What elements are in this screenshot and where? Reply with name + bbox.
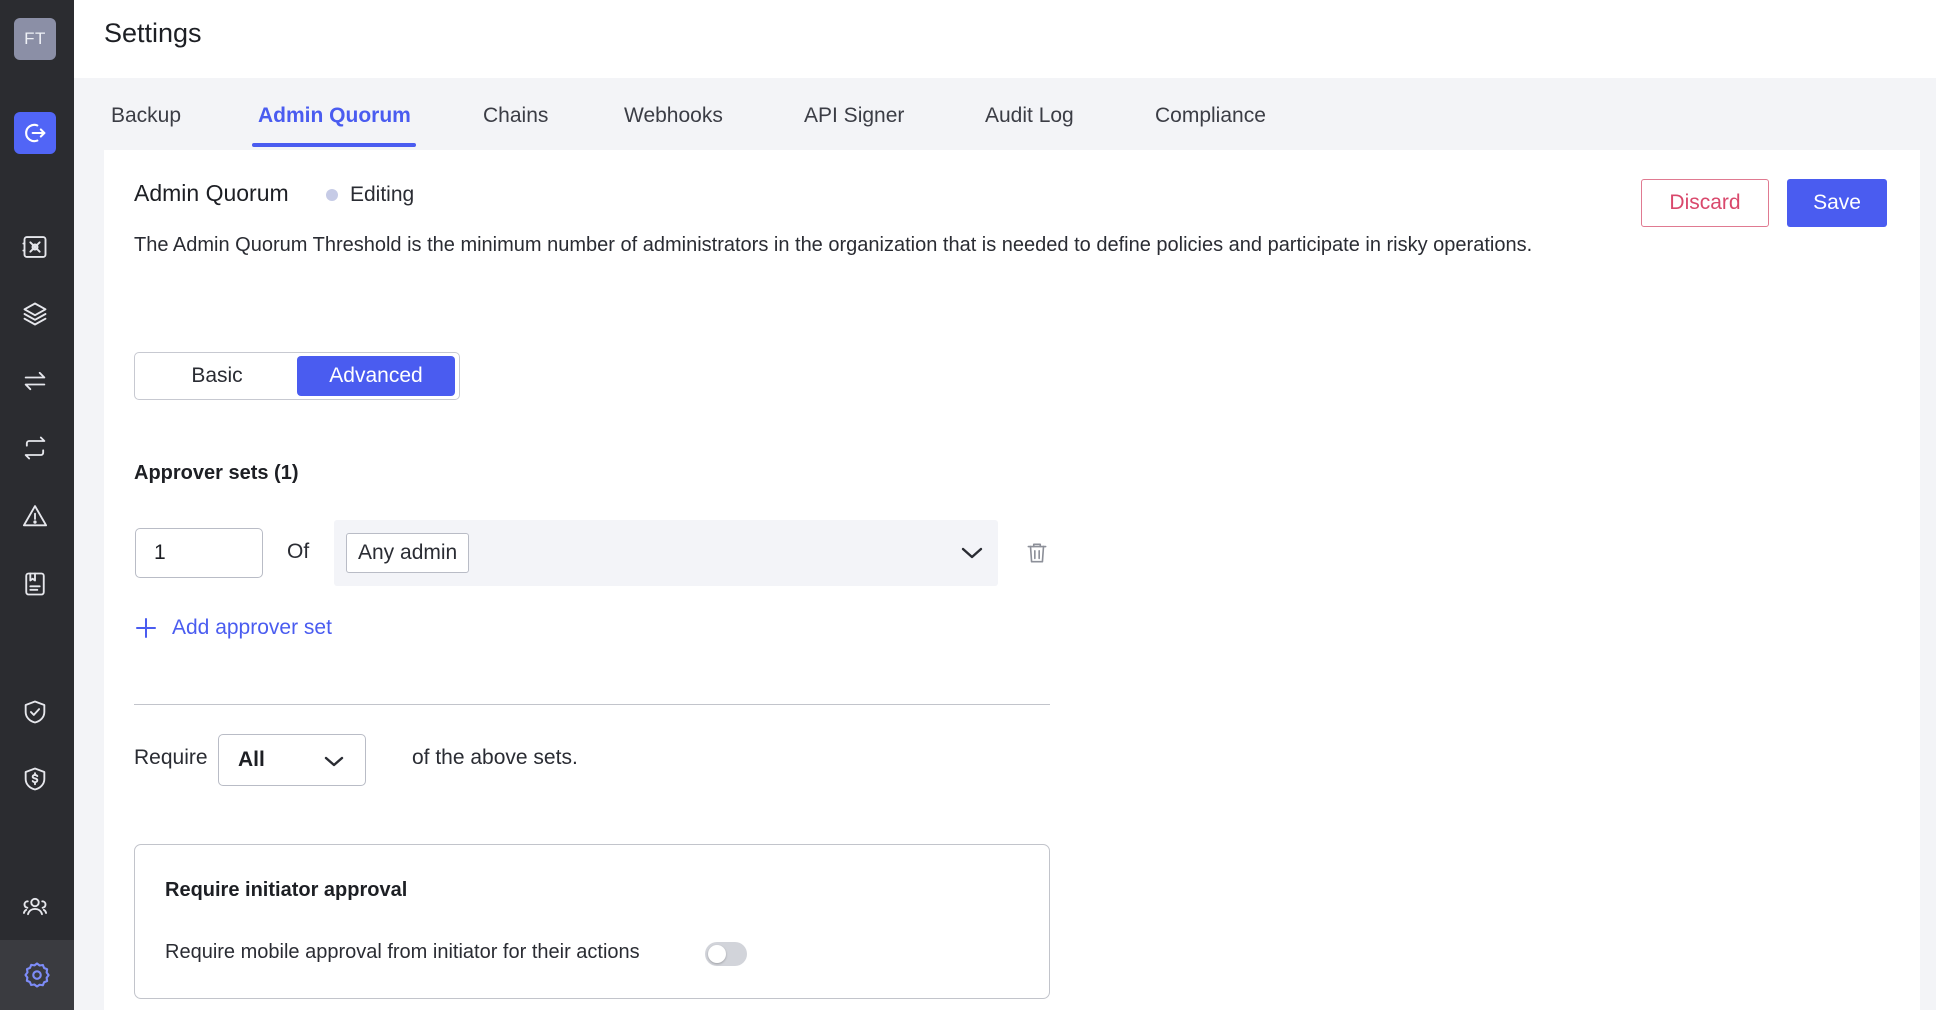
approver-count-input[interactable] xyxy=(135,528,263,578)
mode-toggle: Basic Advanced xyxy=(134,352,460,400)
initiator-approval-card: Require initiator approval Require mobil… xyxy=(134,844,1050,999)
divider xyxy=(134,704,1050,705)
save-button[interactable]: Save xyxy=(1787,179,1887,227)
approver-group-select[interactable]: Any admin xyxy=(334,520,998,586)
logout-icon[interactable] xyxy=(14,112,56,154)
active-tab-indicator xyxy=(252,143,416,147)
initiator-approval-toggle[interactable] xyxy=(705,942,747,966)
chevron-down-icon xyxy=(324,756,344,767)
approver-group-chip[interactable]: Any admin xyxy=(346,533,470,573)
plus-icon xyxy=(136,618,156,638)
tab-bar: Backup Admin Quorum Chains Webhooks API … xyxy=(74,78,1936,150)
discard-button[interactable]: Discard xyxy=(1641,179,1769,227)
transfer-icon[interactable] xyxy=(17,363,53,399)
trash-icon[interactable] xyxy=(1024,540,1050,566)
sidebar: FT xyxy=(0,0,74,1010)
tab-audit-log[interactable]: Audit Log xyxy=(985,104,1074,128)
initiator-approval-title: Require initiator approval xyxy=(165,879,408,901)
require-value: All xyxy=(238,748,265,771)
tab-api-signer[interactable]: API Signer xyxy=(804,104,904,128)
exchange-icon[interactable] xyxy=(17,430,53,466)
settings-panel: Admin Quorum Editing The Admin Quorum Th… xyxy=(104,150,1920,1010)
users-icon[interactable] xyxy=(17,888,53,924)
page-title: Settings xyxy=(104,18,202,48)
header: Settings xyxy=(74,0,1936,78)
tab-webhooks[interactable]: Webhooks xyxy=(624,104,723,128)
vault-icon[interactable] xyxy=(17,229,53,265)
status-badge: Editing xyxy=(326,183,414,207)
tab-compliance[interactable]: Compliance xyxy=(1155,104,1266,128)
gear-icon[interactable] xyxy=(0,940,74,1010)
shield-check-icon[interactable] xyxy=(17,694,53,730)
warning-icon[interactable] xyxy=(17,498,53,534)
section-title: Admin Quorum xyxy=(134,180,289,206)
tab-admin-quorum[interactable]: Admin Quorum xyxy=(258,104,411,128)
shield-dollar-icon[interactable] xyxy=(17,761,53,797)
of-label: Of xyxy=(287,540,310,563)
approver-sets-heading: Approver sets (1) xyxy=(134,462,299,484)
require-select[interactable]: All xyxy=(218,734,366,786)
mode-advanced-option[interactable]: Advanced xyxy=(297,356,455,396)
require-prefix: Require xyxy=(134,746,208,769)
require-suffix: of the above sets. xyxy=(412,746,578,769)
status-dot xyxy=(326,189,338,201)
address-book-icon[interactable] xyxy=(17,566,53,602)
toggle-knob xyxy=(708,945,726,963)
tab-chains[interactable]: Chains xyxy=(483,104,548,128)
mode-basic-option[interactable]: Basic xyxy=(138,356,296,396)
avatar[interactable]: FT xyxy=(14,18,56,60)
add-approver-set-button[interactable]: Add approver set xyxy=(134,616,332,640)
initiator-approval-label: Require mobile approval from initiator f… xyxy=(165,941,640,963)
layers-icon[interactable] xyxy=(17,296,53,332)
add-approver-set-label: Add approver set xyxy=(172,616,332,639)
status-label: Editing xyxy=(350,183,415,206)
tab-backup[interactable]: Backup xyxy=(111,104,181,128)
chevron-down-icon[interactable] xyxy=(960,543,984,563)
section-description: The Admin Quorum Threshold is the minimu… xyxy=(134,234,1533,256)
